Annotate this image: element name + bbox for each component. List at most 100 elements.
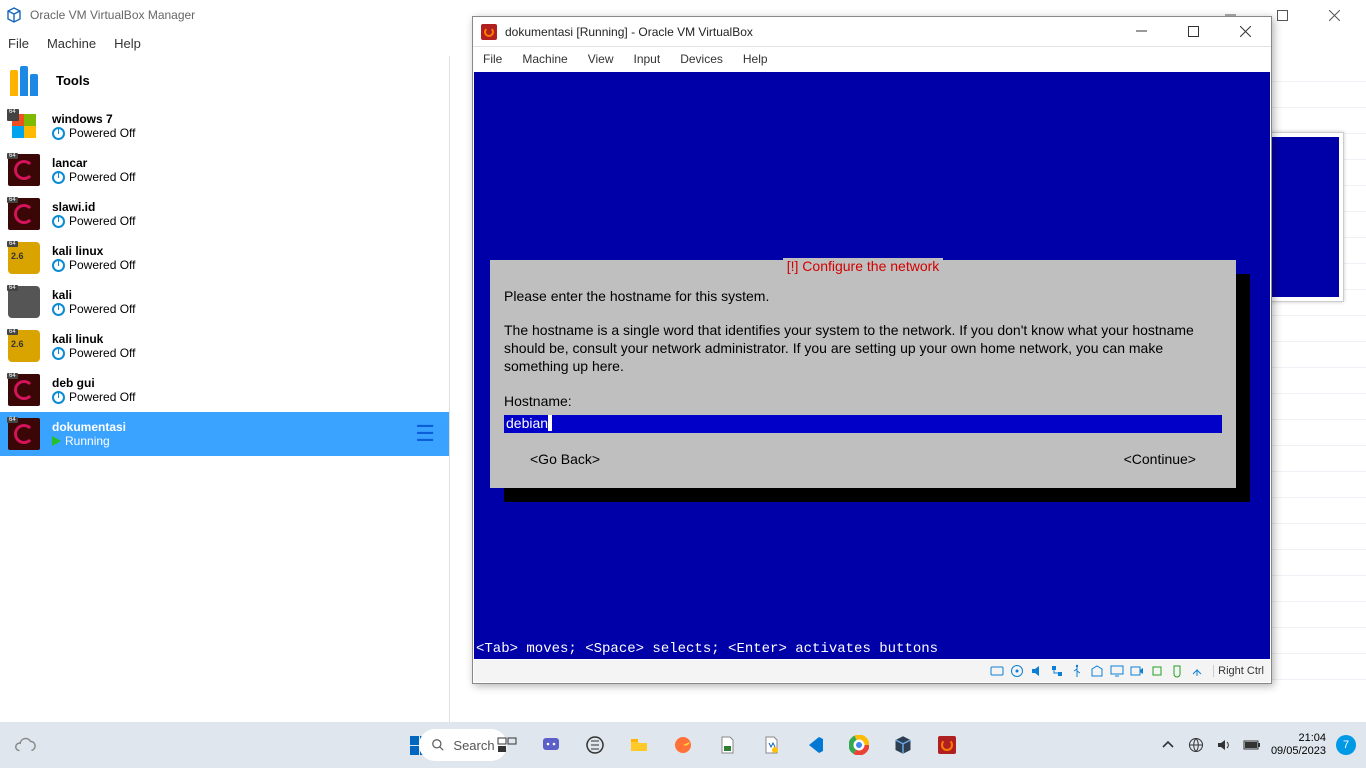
vmwin-menu-input[interactable]: Input: [634, 52, 661, 66]
installer-explain: The hostname is a single word that ident…: [504, 322, 1198, 374]
guest-framebuffer[interactable]: ──────────────────────────────── [!] Con…: [474, 72, 1270, 659]
vm-state: Running: [52, 434, 126, 448]
vm-state: Powered Off: [52, 258, 135, 272]
taskbar-vbox-vm-icon[interactable]: [926, 724, 968, 766]
status-usb-icon[interactable]: [1069, 663, 1085, 679]
vm-details-toggle-icon[interactable]: ☰: [415, 421, 435, 447]
status-mouse-icon[interactable]: [1169, 663, 1185, 679]
vm-entry-lancar[interactable]: 64 lancarPowered Off: [0, 148, 449, 192]
vm-name: dokumentasi: [52, 420, 126, 434]
vmwin-title-text: dokumentasi [Running] - Oracle VM Virtua…: [505, 25, 753, 39]
vm-name: deb gui: [52, 376, 135, 390]
vm-name: kali linuk: [52, 332, 135, 346]
installer-keyhint: <Tab> moves; <Space> selects; <Enter> ac…: [476, 641, 938, 657]
vmwin-menubar: File Machine View Input Devices Help: [473, 47, 1271, 71]
vmwin-maximize-button[interactable]: [1171, 18, 1215, 46]
vm-entry-kali-linuk[interactable]: 64kali linukPowered Off: [0, 324, 449, 368]
vm-entry-deb-gui[interactable]: 64deb guiPowered Off: [0, 368, 449, 412]
tray-lang-icon[interactable]: [1187, 736, 1205, 754]
taskbar-doc1-icon[interactable]: [706, 724, 748, 766]
vmwin-minimize-button[interactable]: [1119, 18, 1163, 46]
vm-entry-kali[interactable]: 64 kaliPowered Off: [0, 280, 449, 324]
status-keyboard-icon[interactable]: [1189, 663, 1205, 679]
tray-volume-icon[interactable]: [1215, 736, 1233, 754]
tray-battery-icon[interactable]: [1243, 736, 1261, 754]
vmwin-menu-machine[interactable]: Machine: [522, 52, 567, 66]
vmwin-statusbar: Right Ctrl: [474, 660, 1270, 682]
continue-button[interactable]: <Continue>: [1124, 451, 1196, 467]
taskbar-explorer-icon[interactable]: [618, 724, 660, 766]
vmwin-titlebar[interactable]: dokumentasi [Running] - Oracle VM Virtua…: [473, 17, 1271, 47]
taskbar-doc2-icon[interactable]: [750, 724, 792, 766]
status-hdd-icon[interactable]: [989, 663, 1005, 679]
status-record-icon[interactable]: [1129, 663, 1145, 679]
manager-close-button[interactable]: [1312, 1, 1356, 29]
weather-widget[interactable]: [8, 728, 42, 762]
power-off-icon: [52, 303, 65, 316]
vm-name: kali linux: [52, 244, 135, 258]
status-cd-icon[interactable]: [1009, 663, 1025, 679]
search-button[interactable]: Search: [442, 724, 484, 766]
hostname-value: debian: [506, 415, 548, 431]
vm-state: Powered Off: [52, 214, 135, 228]
running-icon: [52, 436, 61, 446]
power-off-icon: [52, 391, 65, 404]
status-net-icon[interactable]: [1049, 663, 1065, 679]
vmwin-menu-devices[interactable]: Devices: [680, 52, 723, 66]
tray-clock[interactable]: 21:04 09/05/2023: [1271, 732, 1326, 757]
vm-state: Powered Off: [52, 390, 135, 404]
vm-os-icon: 64: [8, 198, 40, 230]
vm-state: Powered Off: [52, 126, 135, 140]
vm-os-icon: 64: [8, 242, 40, 274]
vm-entry-windows-7[interactable]: 64windows 7Powered Off: [0, 104, 449, 148]
taskbar-copilot-icon[interactable]: [574, 724, 616, 766]
vmwin-menu-view[interactable]: View: [588, 52, 614, 66]
tools-entry[interactable]: Tools: [0, 56, 449, 104]
tools-label: Tools: [56, 73, 90, 88]
taskbar-vscode-icon[interactable]: [794, 724, 836, 766]
manager-menu-help[interactable]: Help: [114, 36, 141, 51]
vm-os-icon: 64: [8, 110, 40, 142]
vm-name: slawi.id: [52, 200, 135, 214]
taskbar-firefox-icon[interactable]: [662, 724, 704, 766]
status-shared-icon[interactable]: [1089, 663, 1105, 679]
taskbar-chrome-icon[interactable]: [838, 724, 880, 766]
hostname-input[interactable]: debian: [504, 415, 1222, 433]
dialog-title-mark: [!]: [787, 258, 799, 274]
power-off-icon: [52, 259, 65, 272]
vm-name: kali: [52, 288, 135, 302]
dialog-title-text: Configure the network: [802, 258, 939, 274]
vm-state: Powered Off: [52, 170, 135, 184]
vmwin-close-button[interactable]: [1223, 18, 1267, 46]
status-audio-icon[interactable]: [1029, 663, 1045, 679]
tray-time: 21:04: [1271, 732, 1326, 745]
vbox-app-icon: [481, 24, 497, 40]
installer-dialog: ──────────────────────────────── [!] Con…: [490, 260, 1236, 488]
host-key-label: Right Ctrl: [1213, 665, 1264, 677]
taskbar-vbox-mgr-icon[interactable]: [882, 724, 924, 766]
windows-taskbar: Search 21:04 09/05/2023 7: [0, 722, 1366, 768]
hostname-field-label: Hostname:: [504, 393, 572, 409]
go-back-button[interactable]: <Go Back>: [530, 451, 600, 467]
taskbar-chat-icon[interactable]: [530, 724, 572, 766]
status-cpu-icon[interactable]: [1149, 663, 1165, 679]
vm-os-icon: 64: [8, 154, 40, 186]
manager-menu-machine[interactable]: Machine: [47, 36, 96, 51]
installer-prompt: Please enter the hostname for this syste…: [504, 288, 769, 304]
vm-entry-slawi.id[interactable]: 64 slawi.idPowered Off: [0, 192, 449, 236]
status-display-icon[interactable]: [1109, 663, 1125, 679]
vmwin-menu-help[interactable]: Help: [743, 52, 768, 66]
vm-os-icon: 64: [8, 286, 40, 318]
task-view-button[interactable]: [486, 724, 528, 766]
tray-notification-badge[interactable]: 7: [1336, 735, 1356, 755]
manager-menu-file[interactable]: File: [8, 36, 29, 51]
vm-entry-dokumentasi[interactable]: 64dokumentasiRunning☰: [0, 412, 449, 456]
vbox-cube-icon: [6, 7, 22, 23]
vm-os-icon: 64: [8, 330, 40, 362]
vm-state: Powered Off: [52, 302, 135, 316]
power-off-icon: [52, 347, 65, 360]
vm-name: lancar: [52, 156, 135, 170]
vm-entry-kali-linux[interactable]: 64 kali linuxPowered Off: [0, 236, 449, 280]
vmwin-menu-file[interactable]: File: [483, 52, 502, 66]
tray-chevron-icon[interactable]: [1159, 736, 1177, 754]
